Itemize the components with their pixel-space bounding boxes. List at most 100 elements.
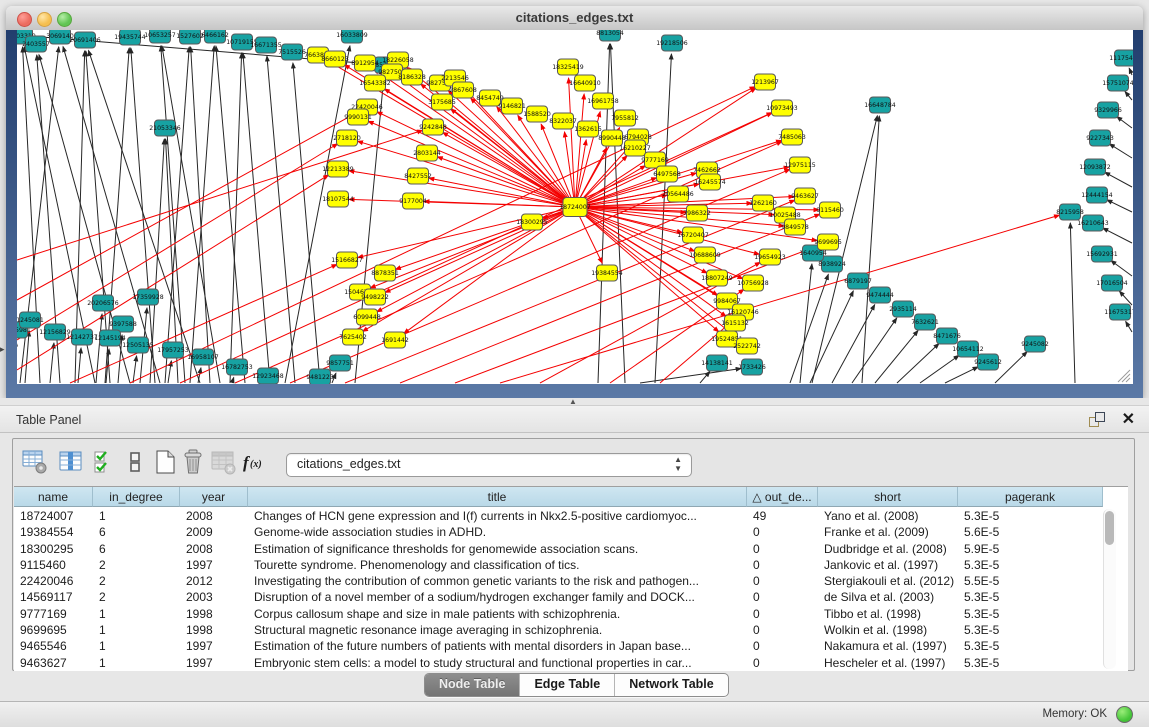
table-row[interactable]: 1938455462009Genome-wide association stu… — [14, 524, 1103, 540]
graph-node[interactable]: 16033809 — [336, 30, 368, 43]
table-row[interactable]: 1456911722003Disruption of a novel membe… — [14, 589, 1103, 605]
graph-node[interactable]: 6466162 — [201, 30, 229, 43]
network-canvas[interactable]: 1903319240355730691402069140619435744106… — [17, 30, 1133, 384]
function-builder-icon[interactable]: f(x) — [241, 451, 269, 479]
graph-node[interactable]: 20691406 — [69, 32, 101, 48]
graph-node[interactable]: 8322037 — [549, 113, 577, 129]
graph-node[interactable]: 9481223 — [306, 369, 334, 384]
graph-node[interactable]: 10653257 — [144, 30, 176, 43]
table-vertical-scrollbar[interactable] — [1103, 509, 1116, 669]
graph-node[interactable]: 15166827 — [331, 252, 363, 268]
tab-network-table[interactable]: Network Table — [615, 674, 728, 696]
graph-node[interactable]: 11675317 — [1104, 304, 1133, 320]
table-row[interactable]: 1830029562008Estimation of significance … — [14, 541, 1103, 557]
column-header-out_de[interactable]: △ out_de... — [747, 487, 818, 507]
graph-node[interactable]: 9329966 — [1094, 102, 1122, 118]
graph-node[interactable]: 15692931 — [1086, 246, 1118, 262]
citation-network-graph[interactable]: 1903319240355730691402069140619435744106… — [17, 30, 1133, 384]
graph-node[interactable]: 12142737 — [66, 329, 98, 345]
graph-node[interactable]: 8471676 — [933, 328, 961, 344]
graph-node[interactable]: 9857751 — [326, 355, 354, 371]
graph-node[interactable]: 7485063 — [778, 129, 806, 145]
select-columns-icon[interactable] — [91, 448, 119, 476]
memory-ok-indicator[interactable] — [1116, 706, 1133, 723]
delete-table-icon[interactable] — [179, 448, 207, 476]
graph-node[interactable]: 9115460 — [816, 202, 844, 218]
graph-node[interactable]: 14138141 — [701, 355, 733, 371]
graph-node[interactable]: 9245082 — [1021, 336, 1049, 352]
table-row[interactable]: 1872400712008Changes of HCN gene express… — [14, 508, 1103, 524]
graph-node[interactable]: 8878351 — [371, 265, 399, 281]
column-header-short[interactable]: short — [818, 487, 958, 507]
graph-node[interactable]: 19384554 — [591, 265, 623, 281]
column-header-year[interactable]: year — [180, 487, 248, 507]
graph-node[interactable]: 1262160 — [749, 195, 777, 211]
graph-node[interactable]: 12505135 — [122, 337, 154, 353]
graph-node[interactable]: 1615132 — [721, 315, 749, 331]
graph-node[interactable]: 9498222 — [361, 289, 389, 305]
graph-node[interactable]: 6099448 — [353, 309, 381, 325]
graph-node[interactable]: 6879197 — [844, 273, 872, 289]
graph-node[interactable]: 20206576 — [87, 295, 119, 311]
row-height-icon[interactable] — [121, 448, 149, 476]
graph-node[interactable]: 9699695 — [814, 234, 842, 250]
column-header-pagerank[interactable]: pagerank — [958, 487, 1103, 507]
graph-node[interactable]: 10756928 — [737, 275, 769, 291]
graph-node[interactable]: 7955812 — [611, 110, 639, 126]
table-row[interactable]: 977716911998Corpus callosum shape and si… — [14, 606, 1103, 622]
graph-node[interactable]: 19218506 — [656, 35, 688, 51]
column-header-title[interactable]: title — [248, 487, 747, 507]
graph-node[interactable]: 11175448 — [1109, 50, 1133, 66]
table-row[interactable]: 946554611997Estimation of the future num… — [14, 638, 1103, 654]
graph-node[interactable]: 8186328 — [398, 69, 426, 85]
graph-node[interactable]: 7632621 — [911, 314, 939, 330]
graph-node[interactable]: 1733426 — [738, 359, 766, 375]
graph-node[interactable]: 12975115 — [784, 157, 816, 173]
tab-edge-table[interactable]: Edge Table — [520, 674, 615, 696]
graph-node[interactable]: 9242848 — [419, 119, 447, 135]
graph-node[interactable]: 18107544 — [322, 191, 354, 207]
graph-node[interactable]: 3175685 — [428, 94, 456, 110]
graph-node[interactable]: 19435744 — [114, 30, 146, 45]
graph-node[interactable]: 16961758 — [587, 93, 619, 109]
graph-node[interactable]: 1245081 — [17, 312, 44, 328]
graph-node[interactable]: 6497568 — [653, 166, 681, 182]
table-row[interactable]: 2242004622012Investigating the contribut… — [14, 573, 1103, 589]
graph-node[interactable]: 8660123 — [321, 51, 349, 67]
graph-node[interactable]: 9463627 — [791, 188, 819, 204]
graph-node[interactable]: 8813054 — [596, 30, 624, 41]
graph-node[interactable]: 9474444 — [866, 287, 894, 303]
graph-node[interactable]: 2522742 — [733, 338, 761, 354]
graph-node[interactable]: 2935114 — [889, 301, 917, 317]
show-columns-icon[interactable] — [57, 448, 85, 476]
graph-node[interactable]: 1527602 — [176, 30, 204, 44]
graph-node[interactable]: 8215958 — [1056, 204, 1084, 220]
graph-node[interactable]: 17016504 — [1096, 275, 1128, 291]
graph-node[interactable]: 7986322 — [683, 205, 711, 221]
graph-node[interactable]: 9990131 — [344, 109, 372, 125]
resize-grip-icon[interactable] — [1118, 370, 1130, 382]
graph-node[interactable]: 9227343 — [1086, 130, 1114, 146]
graph-node[interactable]: 8427552 — [404, 168, 432, 184]
graph-node[interactable]: 12923468 — [252, 368, 284, 384]
table-options-icon[interactable] — [21, 448, 49, 476]
graph-node[interactable]: 1213967 — [751, 74, 779, 90]
table-source-select[interactable]: citations_edges.txt ▲▼ — [286, 453, 692, 477]
graph-node[interactable]: 16640910 — [569, 75, 601, 91]
graph-node[interactable]: 8912954 — [351, 55, 379, 71]
graph-node[interactable]: 8990448 — [598, 130, 626, 146]
table-row[interactable]: 911546021997Tourette syndrome. Phenomeno… — [14, 557, 1103, 573]
graph-node[interactable]: 7515526 — [278, 44, 306, 60]
graph-node[interactable]: 7625402 — [339, 329, 367, 345]
left-panel-grip-icon[interactable]: ▸ — [0, 344, 5, 355]
graph-node[interactable]: 2718120 — [333, 130, 361, 146]
column-header-in_degree[interactable]: in_degree — [93, 487, 180, 507]
table-row[interactable]: 946362711997Embryonic stem cells: a mode… — [14, 655, 1103, 671]
graph-node[interactable]: 2867608 — [449, 82, 477, 98]
graph-node[interactable]: 9849578 — [781, 219, 809, 235]
column-header-name[interactable]: name — [14, 487, 93, 507]
graph-node[interactable]: 21053346 — [149, 120, 181, 136]
graph-node[interactable]: 18724007 — [559, 198, 591, 217]
graph-node[interactable]: 20564486 — [662, 186, 694, 202]
graph-node[interactable]: 10688609 — [689, 247, 721, 263]
